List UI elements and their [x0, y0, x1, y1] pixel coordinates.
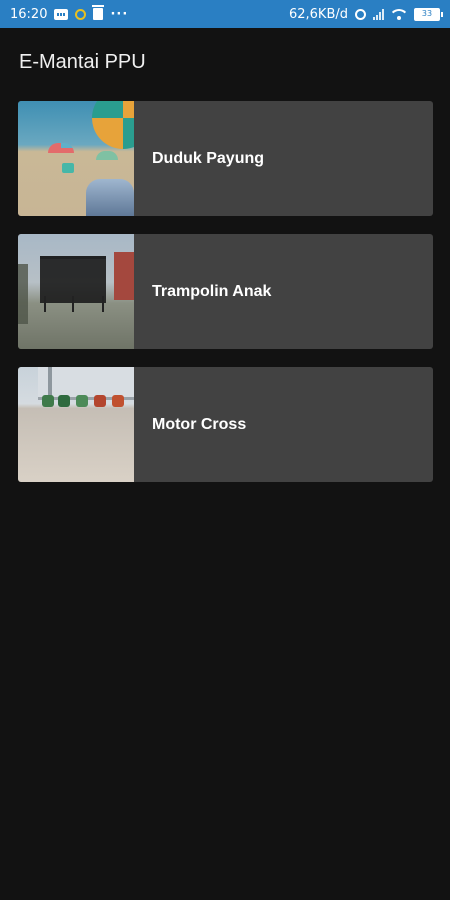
- activity-list: Duduk Payung Trampolin Anak Motor Cross: [18, 101, 433, 500]
- more-dots-icon: ···: [110, 6, 129, 22]
- signal-icon: [373, 8, 384, 20]
- status-time: 16:20: [10, 6, 48, 22]
- trash-icon: [92, 5, 105, 20]
- page-title: E-Mantai PPU: [19, 51, 146, 73]
- network-speed: 62,6KB/d: [288, 6, 348, 22]
- trampoline-thumbnail: [18, 234, 134, 349]
- status-bar-right: 62,6KB/d 33: [288, 6, 443, 22]
- list-item-label: Duduk Payung: [152, 149, 265, 167]
- status-bar-left: 16:20 ···: [10, 5, 129, 22]
- list-item-label: Motor Cross: [152, 415, 247, 433]
- list-item-trampolin-anak[interactable]: Trampolin Anak: [18, 234, 433, 349]
- motor-cross-thumbnail: [18, 367, 134, 482]
- alarm-icon: [355, 8, 366, 20]
- list-item-motor-cross[interactable]: Motor Cross: [18, 367, 433, 482]
- status-bar: 16:20 ··· 62,6KB/d 33: [0, 0, 450, 28]
- beach-umbrella-thumbnail: [18, 101, 134, 216]
- wifi-icon: [391, 8, 407, 20]
- battery-icon: 33: [414, 7, 443, 21]
- notification-circle-icon: [75, 8, 87, 20]
- list-item-duduk-payung[interactable]: Duduk Payung: [18, 101, 433, 216]
- message-icon: [54, 8, 69, 20]
- list-item-label: Trampolin Anak: [152, 282, 272, 300]
